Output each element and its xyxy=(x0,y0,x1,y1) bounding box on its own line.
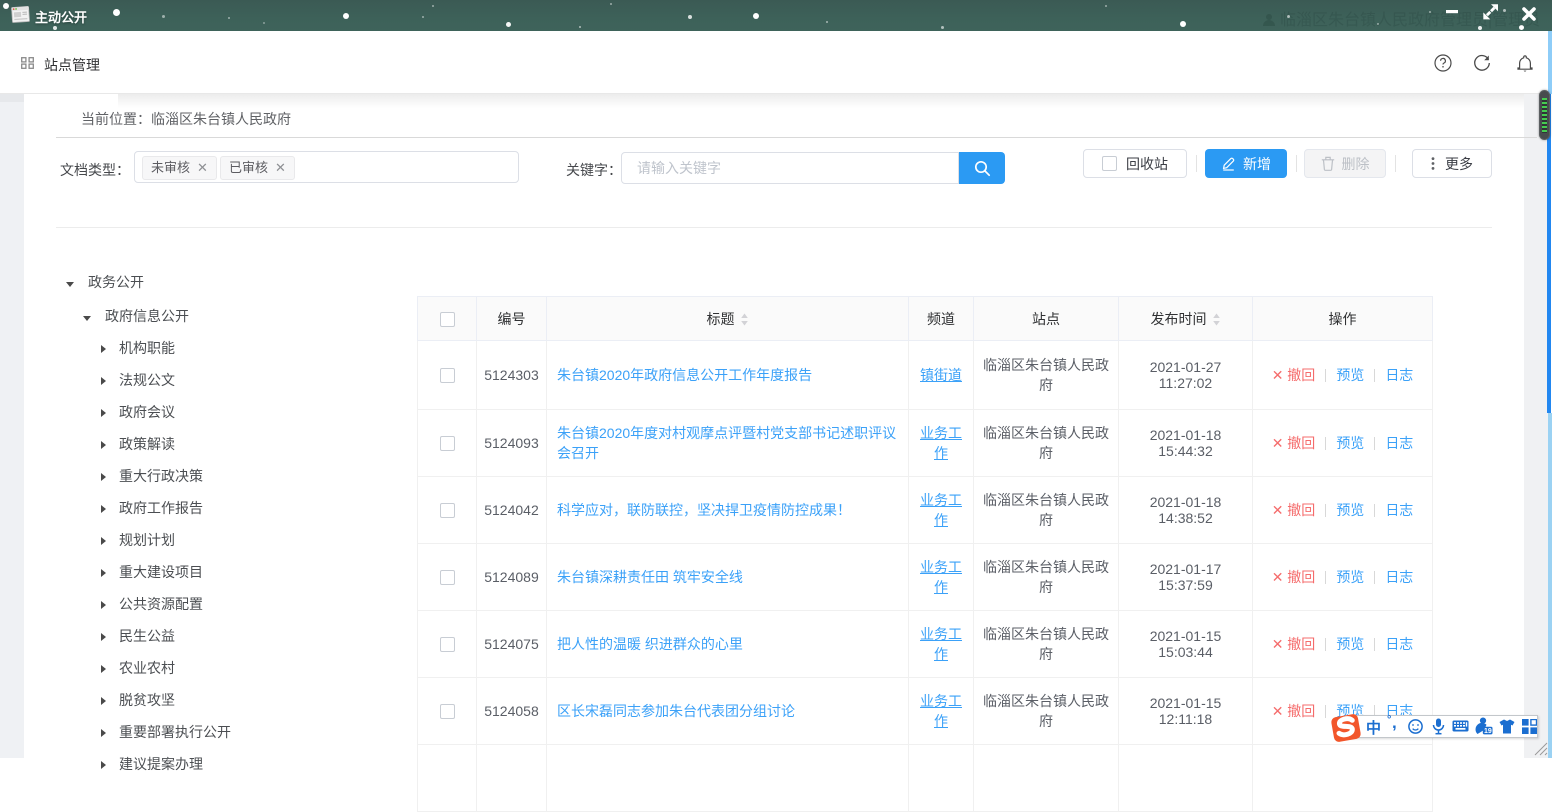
svg-text:19: 19 xyxy=(1484,728,1492,735)
